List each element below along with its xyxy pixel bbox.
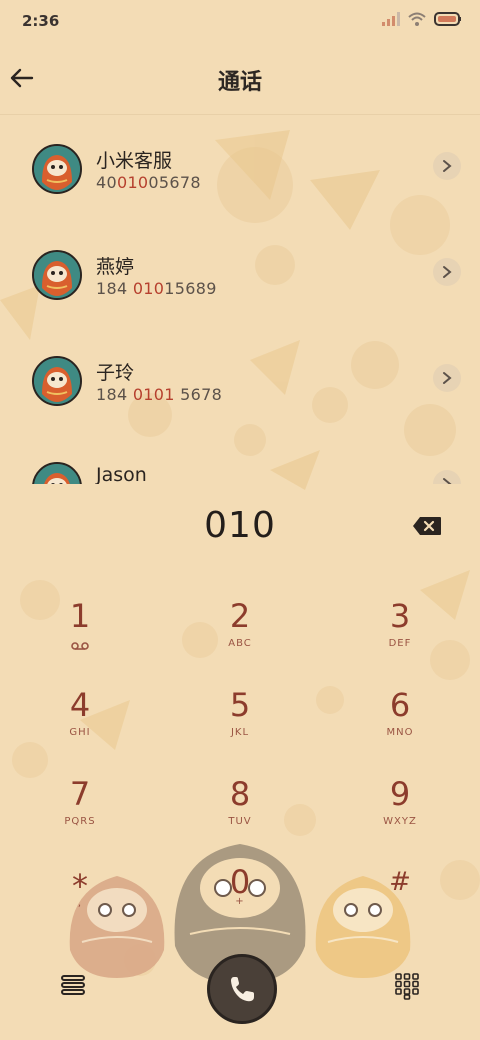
key-8[interactable]: 8 TUV bbox=[190, 774, 290, 854]
number-match: 010 bbox=[132, 279, 165, 298]
chevron-right-icon bbox=[443, 266, 452, 278]
number-match: 0101 bbox=[132, 385, 175, 404]
menu-icon[interactable] bbox=[60, 972, 86, 998]
contact-list: 小米客服 4001005678 燕婷 184 01015689 子玲 184 0… bbox=[0, 114, 480, 484]
avatar bbox=[32, 462, 82, 484]
battery-icon bbox=[434, 12, 461, 26]
key-star[interactable]: * , bbox=[30, 866, 130, 946]
key-2[interactable]: 2 ABC bbox=[190, 596, 290, 676]
number-prefix: 40 bbox=[96, 173, 117, 192]
key-6[interactable]: 6 MNO bbox=[350, 685, 450, 765]
key-3[interactable]: 3 DEF bbox=[350, 596, 450, 676]
contact-row[interactable]: 小米客服 4001005678 bbox=[0, 114, 480, 220]
key-letters: , bbox=[77, 898, 83, 909]
contact-row[interactable]: 子玲 184 0101 5678 bbox=[0, 326, 480, 432]
daruma-avatar-icon bbox=[34, 146, 80, 192]
key-digit: 6 bbox=[389, 686, 411, 724]
key-7[interactable]: 7 PQRS bbox=[30, 774, 130, 854]
avatar bbox=[32, 250, 82, 300]
key-digit: 5 bbox=[229, 686, 251, 724]
daruma-avatar-icon bbox=[34, 464, 80, 484]
contact-name: 子玲 bbox=[96, 362, 135, 384]
contact-row[interactable]: Jason bbox=[0, 432, 480, 484]
number-match: 010 bbox=[116, 173, 149, 192]
avatar bbox=[32, 144, 82, 194]
contact-detail-button[interactable] bbox=[433, 258, 461, 286]
chevron-right-icon bbox=[443, 478, 452, 484]
contact-detail-button[interactable] bbox=[433, 152, 461, 180]
contact-number: 184 0101 5678 bbox=[96, 385, 222, 404]
number-suffix: 15689 bbox=[164, 279, 217, 298]
key-letters: MNO bbox=[386, 727, 414, 738]
number-suffix: 05678 bbox=[148, 173, 201, 192]
key-letters: WXYZ bbox=[383, 816, 417, 827]
phone-icon bbox=[231, 977, 254, 1002]
wifi-icon bbox=[408, 12, 426, 26]
key-hash[interactable]: # bbox=[350, 862, 450, 942]
chevron-right-icon bbox=[443, 160, 452, 172]
number-prefix: 184 bbox=[96, 385, 133, 404]
key-letters: + bbox=[235, 896, 245, 907]
key-digit: 2 bbox=[229, 597, 251, 635]
backspace-icon[interactable] bbox=[412, 516, 442, 536]
key-digit: 1 bbox=[69, 597, 91, 635]
key-digit: 8 bbox=[229, 775, 251, 813]
contact-number: 4001005678 bbox=[96, 173, 201, 192]
number-suffix: 5678 bbox=[174, 385, 223, 404]
key-4[interactable]: 4 GHI bbox=[30, 685, 130, 765]
key-letters: ABC bbox=[228, 638, 252, 649]
status-icons bbox=[382, 12, 462, 26]
key-letters: TUV bbox=[228, 816, 252, 827]
key-letters: JKL bbox=[230, 727, 250, 738]
contact-row[interactable]: 燕婷 184 01015689 bbox=[0, 220, 480, 326]
contact-name: 燕婷 bbox=[96, 256, 135, 278]
header: 通话 bbox=[0, 44, 480, 115]
dialed-number: 010 bbox=[204, 505, 276, 546]
key-letters: DEF bbox=[388, 638, 412, 649]
signal-icon bbox=[382, 12, 400, 26]
key-digit: 3 bbox=[389, 597, 411, 635]
contact-name: Jason bbox=[96, 464, 147, 484]
status-time: 2:36 bbox=[22, 12, 60, 30]
contact-number: 184 01015689 bbox=[96, 279, 217, 298]
key-9[interactable]: 9 WXYZ bbox=[350, 774, 450, 854]
key-digit: 9 bbox=[389, 775, 411, 813]
key-letters: GHI bbox=[69, 727, 91, 738]
key-5[interactable]: 5 JKL bbox=[190, 685, 290, 765]
number-prefix: 184 bbox=[96, 279, 133, 298]
key-1[interactable]: 1 bbox=[30, 596, 130, 676]
keypad-icon[interactable] bbox=[394, 972, 420, 1000]
call-button[interactable] bbox=[207, 954, 277, 1024]
avatar bbox=[32, 356, 82, 406]
contact-name: 小米客服 bbox=[96, 150, 173, 172]
key-digit: 7 bbox=[69, 775, 91, 813]
status-bar: 2:36 bbox=[0, 0, 480, 44]
page-title: 通话 bbox=[217, 70, 262, 95]
contact-detail-button[interactable] bbox=[433, 470, 461, 484]
daruma-avatar-icon bbox=[34, 252, 80, 298]
key-digit: # bbox=[389, 867, 411, 897]
contact-detail-button[interactable] bbox=[433, 364, 461, 392]
daruma-avatar-icon bbox=[34, 358, 80, 404]
key-0[interactable]: 0 + bbox=[190, 862, 290, 942]
key-digit: 4 bbox=[69, 686, 91, 724]
voicemail-icon bbox=[71, 642, 89, 650]
chevron-right-icon bbox=[443, 372, 452, 384]
key-letters: PQRS bbox=[64, 816, 96, 827]
